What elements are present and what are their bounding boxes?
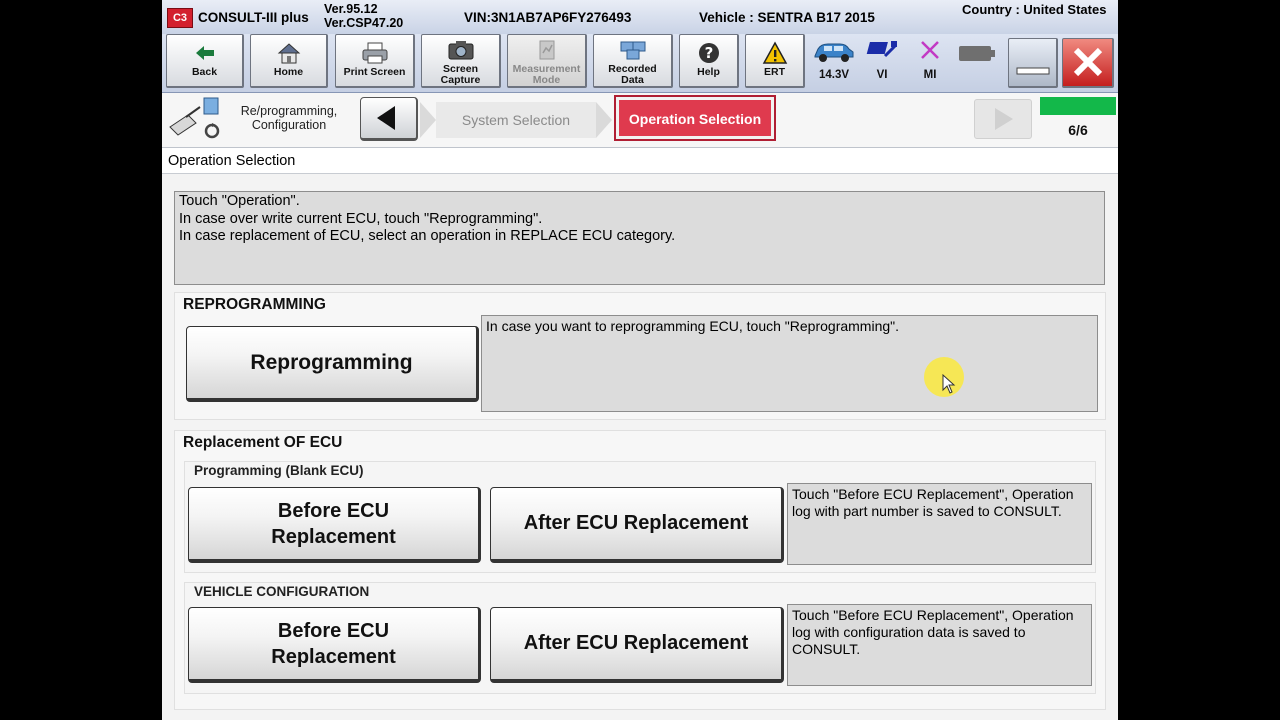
vehicle-config-description: Touch "Before ECU Replacement", Operatio… xyxy=(787,604,1092,686)
battery-status xyxy=(958,43,996,63)
step-system-selection[interactable]: System Selection xyxy=(436,102,596,138)
progress-bar xyxy=(1040,97,1116,115)
version-1: Ver.95.12 xyxy=(324,2,378,16)
camera-icon xyxy=(448,41,473,60)
reprogramming-button[interactable]: Reprogramming xyxy=(186,326,479,402)
minimize-button[interactable] xyxy=(1008,38,1058,88)
ert-label: ERT xyxy=(764,66,785,78)
recorded-data-icon xyxy=(620,41,645,60)
reprogramming-title: REPROGRAMMING xyxy=(183,296,326,313)
battery-icon xyxy=(959,46,995,61)
instruction-line: In case over write current ECU, touch "R… xyxy=(179,210,543,227)
back-button[interactable]: Back xyxy=(166,34,244,88)
chevron-right-icon xyxy=(596,102,612,138)
screen-capture-label-2: Capture xyxy=(440,74,481,86)
vehicle-label: Vehicle : SENTRA B17 2015 xyxy=(699,10,875,25)
blank-ecu-description: Touch "Before ECU Replacement", Operatio… xyxy=(787,483,1092,565)
help-label: Help xyxy=(697,66,720,78)
printer-icon xyxy=(362,42,387,64)
breadcrumb: Re/programming, Configuration System Sel… xyxy=(162,93,1118,148)
voltage-label: 14.3V xyxy=(818,69,850,81)
reprogramming-config-label: Re/programming, Configuration xyxy=(240,104,338,132)
help-button[interactable]: ? Help xyxy=(679,34,739,88)
back-arrow-icon xyxy=(195,46,214,60)
home-label: Home xyxy=(273,66,304,78)
next-button-disabled[interactable] xyxy=(974,99,1032,139)
reprogramming-description: In case you want to reprogramming ECU, t… xyxy=(481,315,1098,412)
back-label: Back xyxy=(191,66,218,78)
title-bar: C3 CONSULT-III plus Ver.95.12 Ver.CSP47.… xyxy=(162,0,1118,35)
chevron-right-icon xyxy=(420,102,436,138)
right-arrow-icon xyxy=(995,108,1013,130)
recorded-data-button[interactable]: Recorded Data xyxy=(593,34,673,88)
after-ecu-replacement-button[interactable]: After ECU Replacement xyxy=(490,487,784,563)
measurement-icon xyxy=(539,40,554,60)
print-screen-button[interactable]: Print Screen xyxy=(335,34,415,88)
reprogramming-icon xyxy=(169,97,220,139)
help-icon: ? xyxy=(698,43,719,63)
version-2: Ver.CSP47.20 xyxy=(324,16,404,30)
left-arrow-icon xyxy=(377,106,395,130)
consult-logo: C3 xyxy=(167,8,193,28)
toolbar: Back Home Print Screen Screen Capture Me… xyxy=(162,34,1118,93)
instructions-box: Touch "Operation". In case over write cu… xyxy=(174,191,1105,285)
vin-label: VIN:3N1AB7AP6FY276493 xyxy=(464,10,632,25)
minimize-icon xyxy=(1016,67,1049,75)
measurement-label-2: Mode xyxy=(532,74,561,86)
blank-ecu-title: Programming (Blank ECU) xyxy=(194,463,364,478)
config-after-ecu-replacement-button[interactable]: After ECU Replacement xyxy=(490,607,784,683)
country-label: Country : United States xyxy=(962,2,1107,17)
replacement-title: Replacement OF ECU xyxy=(183,434,343,451)
battery-voltage-status: 14.3V xyxy=(812,38,856,81)
ert-button[interactable]: ERT xyxy=(745,34,805,88)
close-button[interactable] xyxy=(1062,38,1114,88)
before-ecu-replacement-button[interactable]: Before ECU Replacement xyxy=(188,487,481,563)
mi-label: MI xyxy=(923,69,937,81)
measurement-mode-button[interactable]: Measurement Mode xyxy=(507,34,587,88)
home-button[interactable]: Home xyxy=(250,34,328,88)
app-name: CONSULT-III plus xyxy=(198,10,309,25)
page-title: Operation Selection xyxy=(162,148,1118,174)
instruction-line: In case replacement of ECU, select an op… xyxy=(179,228,676,244)
screen-capture-button[interactable]: Screen Capture xyxy=(421,34,501,88)
close-icon xyxy=(1073,47,1102,77)
mi-status: MI xyxy=(912,38,948,81)
svg-text:?: ? xyxy=(704,44,713,62)
instruction-line: Touch "Operation". xyxy=(179,193,300,209)
consult-window: C3 CONSULT-III plus Ver.95.12 Ver.CSP47.… xyxy=(162,0,1118,720)
vi-status: VI xyxy=(864,38,900,81)
recorded-label-2: Data xyxy=(621,74,644,86)
vi-label: VI xyxy=(876,69,888,81)
vehicle-config-title: VEHICLE CONFIGURATION xyxy=(194,584,370,599)
mouse-cursor-icon xyxy=(942,374,956,394)
vi-connection-icon xyxy=(866,41,897,58)
warning-icon xyxy=(762,41,787,64)
car-icon xyxy=(814,43,854,62)
breadcrumb-back-button[interactable] xyxy=(360,97,418,141)
progress-label: 6/6 xyxy=(1068,122,1088,138)
mi-disconnected-icon xyxy=(921,41,939,59)
step-operation-selection[interactable]: Operation Selection xyxy=(614,95,776,141)
home-icon xyxy=(277,43,300,64)
progress-fill xyxy=(1040,97,1116,115)
print-screen-label: Print Screen xyxy=(343,66,406,78)
config-before-ecu-replacement-button[interactable]: Before ECU Replacement xyxy=(188,607,481,683)
